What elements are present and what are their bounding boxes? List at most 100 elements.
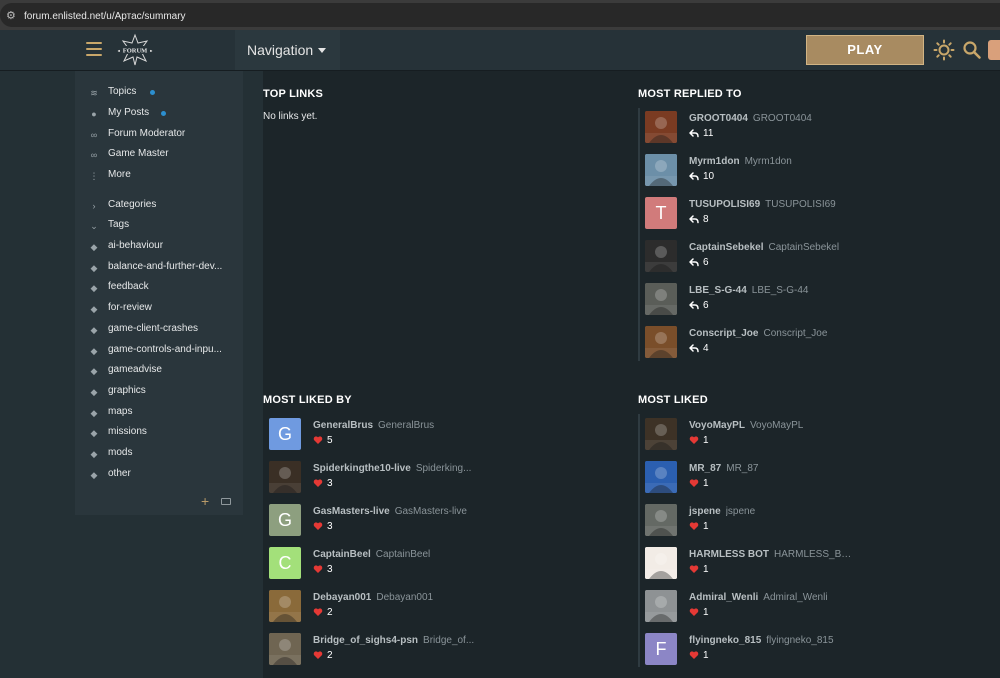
user-list-item: Myrm1don Myrm1don 10: [639, 154, 969, 192]
sidebar-tag-item[interactable]: ◆ mods: [75, 444, 243, 464]
sidebar-tag-item[interactable]: ◆ balance-and-further-dev...: [75, 258, 243, 278]
user-avatar[interactable]: [645, 154, 677, 186]
user-avatar[interactable]: [645, 590, 677, 622]
user-avatar[interactable]: [645, 418, 677, 450]
username-link[interactable]: VoyoMayPL: [689, 420, 745, 431]
username-link[interactable]: Conscript_Joe: [689, 328, 758, 339]
forum-logo[interactable]: FORUM: [116, 33, 154, 67]
like-count: 1: [703, 478, 709, 489]
navigation-dropdown[interactable]: Navigation: [235, 30, 340, 70]
user-avatar[interactable]: [269, 633, 301, 665]
user-full-name: CaptainSebekel: [768, 242, 840, 253]
like-count: 5: [327, 435, 333, 446]
username-link[interactable]: MR_87: [689, 463, 721, 474]
user-avatar[interactable]: [645, 326, 677, 358]
username-link[interactable]: HARMLESS BOT: [689, 549, 769, 560]
username-link[interactable]: Myrm1don: [689, 156, 740, 167]
sidebar-item-label: balance-and-further-dev...: [108, 260, 223, 272]
sidebar-tag-item[interactable]: ◆ feedback: [75, 278, 243, 298]
user-avatar[interactable]: [645, 111, 677, 143]
sidebar-tag-item[interactable]: ◆ game-controls-and-inpu...: [75, 341, 243, 361]
reply-count: 6: [703, 300, 709, 311]
search-icon[interactable]: [962, 40, 982, 60]
top-links-empty-text: No links yet.: [263, 111, 318, 122]
username-link[interactable]: Bridge_of_sighs4-psn: [313, 635, 418, 646]
reply-count: 11: [703, 128, 714, 139]
heart-icon: [689, 479, 699, 487]
sidebar-tag-item[interactable]: ◆ missions: [75, 423, 243, 443]
sidebar-item-topics[interactable]: ≋ Topics: [75, 83, 243, 103]
user-full-name: HARMLESS_BOT: [774, 549, 854, 560]
username-link[interactable]: GeneralBrus: [313, 420, 373, 431]
username-link[interactable]: GROOT0404: [689, 113, 748, 124]
username-link[interactable]: flyingneko_815: [689, 635, 761, 646]
username-link[interactable]: TUSUPOLISI69: [689, 199, 760, 210]
keyboard-shortcuts-icon[interactable]: [221, 498, 231, 505]
heart-icon: [313, 608, 323, 616]
most-replied-to-title: MOST REPLIED TO: [638, 88, 742, 100]
user-avatar[interactable]: [645, 547, 677, 579]
like-count: 3: [327, 521, 333, 532]
topics-icon: ≋: [90, 88, 98, 98]
user-avatar[interactable]: C: [269, 547, 301, 579]
sidebar-tag-item[interactable]: ◆ for-review: [75, 299, 243, 319]
sidebar-item-label: Categories: [108, 199, 157, 210]
username-link[interactable]: GasMasters-live: [313, 506, 390, 517]
user-avatar[interactable]: [645, 283, 677, 315]
user-full-name: VoyoMayPL: [749, 420, 804, 431]
site-info-icon[interactable]: ⚙: [6, 10, 18, 22]
sidebar-item-label: Topics: [108, 86, 137, 97]
current-user-avatar[interactable]: [988, 40, 1000, 60]
username-link[interactable]: CaptainBeel: [313, 549, 371, 560]
tag-icon: ◆: [90, 242, 98, 252]
reply-count: 8: [703, 214, 709, 225]
reply-icon: [689, 215, 699, 224]
username-link[interactable]: Admiral_Wenli: [689, 592, 758, 603]
username-link[interactable]: LBE_S-G-44: [689, 285, 747, 296]
sun-icon[interactable]: [933, 39, 955, 61]
url-text[interactable]: forum.enlisted.net/u/Артас/summary: [24, 11, 186, 22]
user-avatar[interactable]: F: [645, 633, 677, 665]
sidebar-item-my-posts[interactable]: ● My Posts: [75, 104, 243, 124]
username-link[interactable]: CaptainSebekel: [689, 242, 763, 253]
user-avatar[interactable]: G: [269, 504, 301, 536]
tag-icon: ◆: [90, 428, 98, 439]
sidebar-tag-item[interactable]: ◆ other: [75, 465, 243, 485]
username-link[interactable]: Spiderkingthe10-live: [313, 463, 411, 474]
url-field[interactable]: ⚙ forum.enlisted.net/u/Артас/summary: [0, 3, 1000, 27]
user-avatar[interactable]: T: [645, 197, 677, 229]
sidebar-section-categories[interactable]: › Categories: [75, 196, 243, 216]
user-avatar[interactable]: [645, 461, 677, 493]
username-link[interactable]: Debayan001: [313, 592, 371, 603]
sidebar-item-more[interactable]: ⋮ More: [75, 166, 243, 186]
page-background: [0, 71, 75, 678]
sidebar-section-tags[interactable]: ⌄ Tags: [75, 216, 243, 236]
user-summary-main: TOP LINKS No links yet. MOST REPLIED TO …: [263, 71, 1000, 678]
user-avatar[interactable]: [269, 590, 301, 622]
sidebar-item-game-master[interactable]: ∞ Game Master: [75, 145, 243, 165]
add-section-icon[interactable]: +: [201, 493, 209, 509]
user-full-name: Bridge_of...: [423, 635, 475, 646]
sidebar-tag-item[interactable]: ◆ ai-behaviour: [75, 237, 243, 257]
sidebar-item-label: game-client-crashes: [108, 322, 199, 334]
sidebar-tag-item[interactable]: ◆ game-client-crashes: [75, 320, 243, 340]
sidebar-item-forum-moderator[interactable]: ∞ Forum Moderator: [75, 125, 243, 145]
tag-icon: ◆: [90, 469, 98, 480]
play-button[interactable]: PLAY: [806, 35, 924, 65]
hamburger-menu-icon[interactable]: [86, 42, 102, 56]
user-avatar[interactable]: [269, 461, 301, 493]
user-full-name: flyingneko_815: [766, 635, 834, 646]
user-avatar[interactable]: G: [269, 418, 301, 450]
sidebar-item-label: for-review: [108, 302, 152, 314]
sidebar-tag-item[interactable]: ◆ gameadvise: [75, 361, 243, 381]
page-background: [75, 515, 263, 678]
user-avatar[interactable]: [645, 240, 677, 272]
sidebar-item-label: More: [108, 169, 131, 180]
sidebar-tag-item[interactable]: ◆ maps: [75, 403, 243, 423]
user-list-item: G GeneralBrus GeneralBrus 5: [263, 418, 593, 456]
user-full-name: GasMasters-live: [394, 506, 467, 517]
sidebar-item-label: graphics: [108, 384, 146, 396]
sidebar-tag-item[interactable]: ◆ graphics: [75, 382, 243, 402]
username-link[interactable]: jspene: [689, 506, 721, 517]
user-avatar[interactable]: [645, 504, 677, 536]
